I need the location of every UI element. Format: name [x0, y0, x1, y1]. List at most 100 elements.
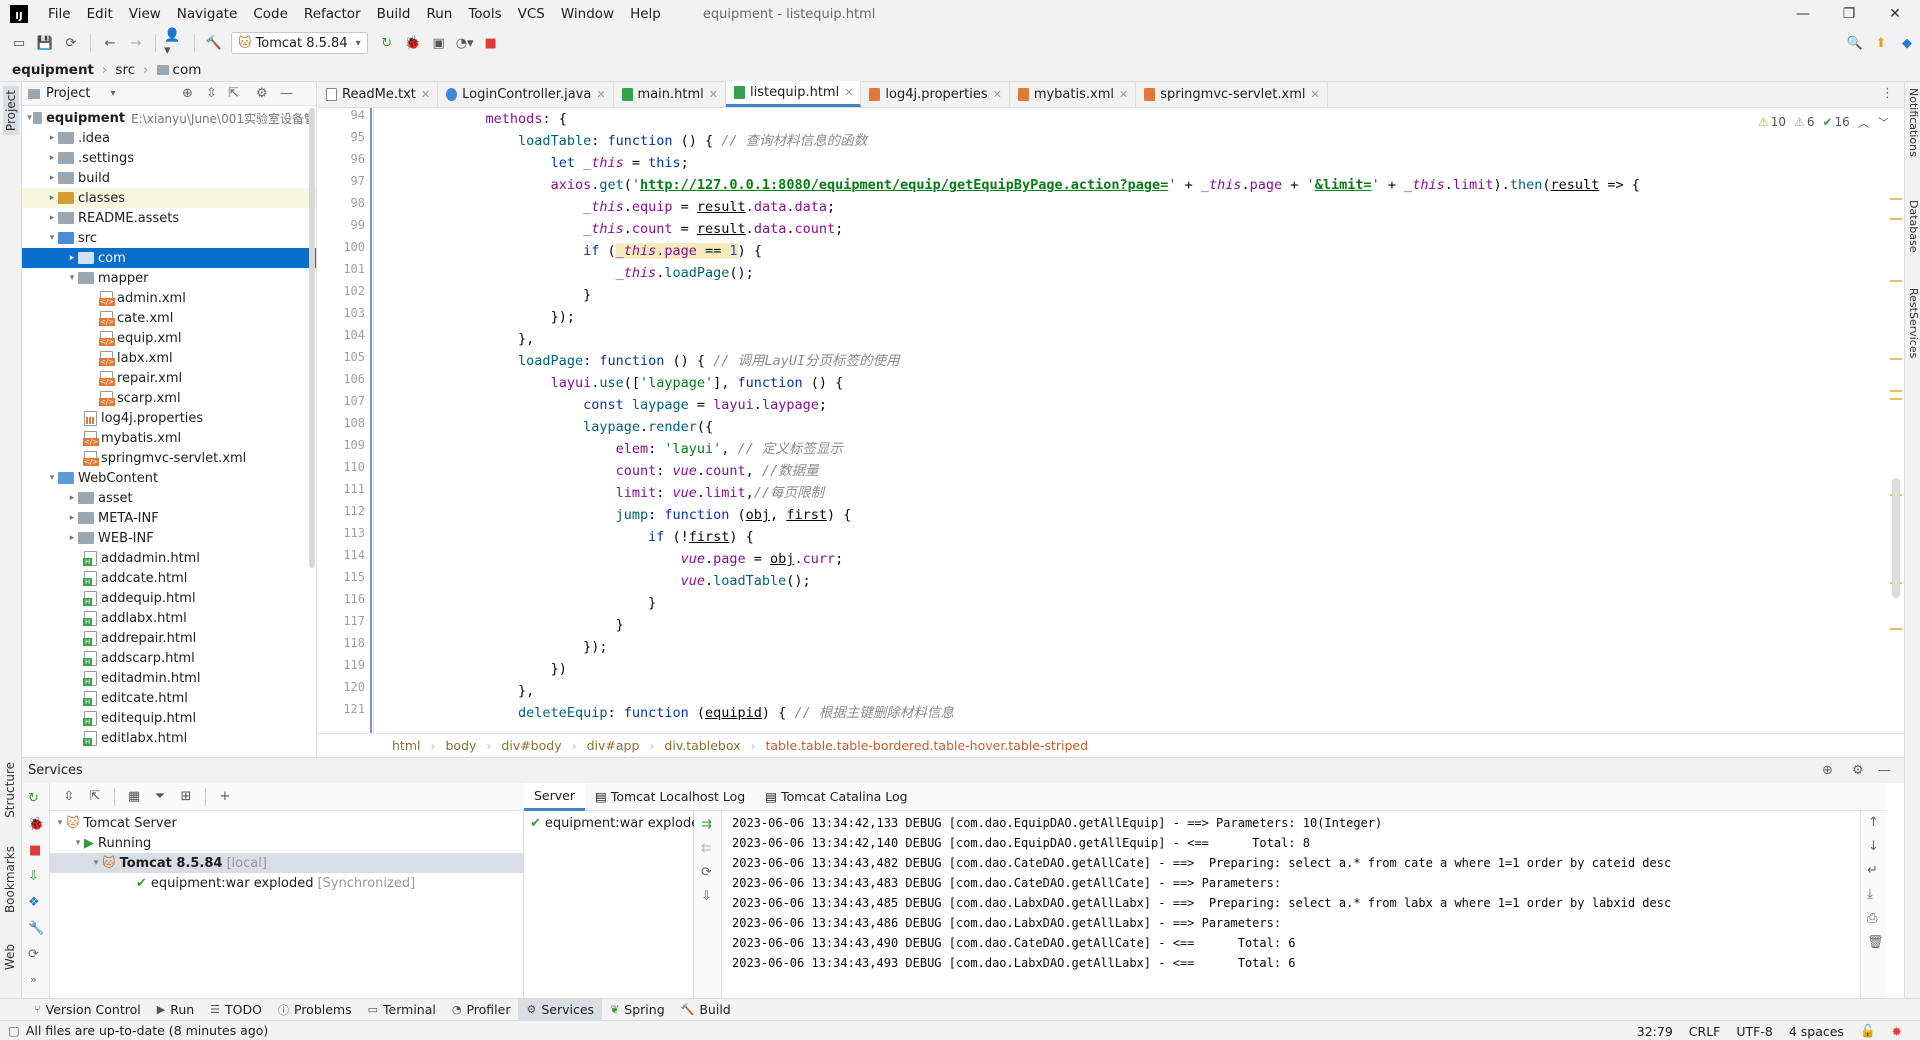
close-icon[interactable]: ✕: [993, 88, 1002, 101]
scroll-to-end-icon[interactable]: ⤓: [1867, 887, 1873, 902]
tab-server[interactable]: Server: [524, 782, 585, 811]
arrow-up-icon[interactable]: ↑: [1868, 815, 1879, 830]
tab-log4j[interactable]: log4j.properties ✕: [861, 81, 1010, 107]
deploy-all-icon[interactable]: ⇉: [701, 817, 712, 832]
project-tool-button[interactable]: Project: [3, 86, 19, 136]
nav-crumb-src[interactable]: src: [115, 62, 135, 78]
menu-tools[interactable]: Tools: [460, 0, 509, 28]
tree-item-webcontent[interactable]: ▾ WebContent: [22, 468, 316, 488]
locate-icon[interactable]: ⊕: [182, 86, 193, 101]
expand-all-icon[interactable]: ⇳: [58, 786, 80, 808]
close-icon[interactable]: ✕: [596, 88, 605, 101]
tree-item-classes[interactable]: ▸ classes: [22, 188, 316, 208]
print-icon[interactable]: ⎙: [1867, 911, 1877, 926]
expand-all-icon[interactable]: ⇳: [206, 86, 217, 101]
tree-item-tomcat-instance[interactable]: ▾ 🐱 Tomcat 8.5.84 [local]: [50, 853, 523, 873]
tab-listequip-html[interactable]: listequip.html ✕: [726, 81, 862, 107]
forward-icon[interactable]: →: [125, 32, 147, 54]
menu-run[interactable]: Run: [418, 0, 460, 28]
indent-setting[interactable]: 4 spaces: [1789, 1024, 1844, 1039]
minimize-button[interactable]: —: [1780, 0, 1826, 28]
download-icon[interactable]: ⇩: [701, 889, 712, 904]
artifact-icon[interactable]: ❖: [28, 895, 40, 910]
refresh-icon[interactable]: ⟳: [701, 865, 712, 880]
stop-icon[interactable]: ■: [29, 843, 41, 858]
build-hammer-icon[interactable]: 🔨: [203, 32, 225, 54]
caret-position[interactable]: 32:79: [1637, 1024, 1673, 1039]
tab-localhost-log[interactable]: ▤ Tomcat Localhost Log: [585, 783, 755, 811]
tree-item-file[interactable]: addequip.html: [22, 588, 316, 608]
tree-item-equipment[interactable]: ▾ equipment E:\xianyu\June\001实验室设备管: [22, 108, 316, 128]
undeploy-icon[interactable]: ⇇: [701, 841, 712, 856]
open-folder-icon[interactable]: ▭: [8, 32, 30, 54]
locate-icon[interactable]: ⊕: [1822, 763, 1833, 778]
collapse-all-icon[interactable]: ⇱: [84, 786, 106, 808]
menu-window[interactable]: Window: [553, 0, 622, 28]
gear-icon[interactable]: ⚙: [1852, 763, 1864, 778]
new-tab-icon[interactable]: ⊞: [175, 786, 197, 808]
crumb-div-body[interactable]: div#body: [501, 738, 561, 753]
run-configuration-select[interactable]: 🐱 Tomcat 8.5.84 ▾: [231, 32, 368, 54]
tree-item-file[interactable]: addscarp.html: [22, 648, 316, 668]
debug-icon[interactable]: 🐞: [28, 817, 44, 832]
wrench-icon[interactable]: 🔧: [28, 921, 44, 936]
add-service-icon[interactable]: +: [214, 786, 236, 808]
stop-icon[interactable]: ■: [480, 32, 502, 54]
menu-navigate[interactable]: Navigate: [169, 0, 246, 28]
database-tool-button[interactable]: Database: [1907, 200, 1920, 253]
tab-readme[interactable]: ReadMe.txt ✕: [318, 81, 439, 107]
tree-item-file[interactable]: editcate.html: [22, 688, 316, 708]
tree-item-file[interactable]: addrepair.html: [22, 628, 316, 648]
menu-help[interactable]: Help: [622, 0, 669, 28]
tree-item-file[interactable]: admin.xml: [22, 288, 316, 308]
tool-terminal[interactable]: ▭ Terminal: [360, 999, 444, 1021]
search-icon[interactable]: 🔍: [1844, 32, 1866, 54]
tool-problems[interactable]: ⓘ Problems: [270, 999, 360, 1021]
layout-icon[interactable]: ▢: [8, 1023, 20, 1038]
tool-services[interactable]: ⚙ Services: [518, 998, 603, 1021]
project-scrollbar[interactable]: [309, 108, 315, 568]
rerun-icon[interactable]: ↻: [376, 32, 398, 54]
error-reporting-icon[interactable]: ✹: [1892, 1024, 1902, 1039]
nav-crumb-project[interactable]: equipment: [12, 62, 94, 78]
debug-icon[interactable]: 🐞: [402, 32, 424, 54]
tab-logincontroller[interactable]: LoginController.java ✕: [438, 81, 614, 107]
crumb-html[interactable]: html: [392, 738, 420, 753]
hide-panel-icon[interactable]: —: [280, 86, 293, 101]
menu-build[interactable]: Build: [369, 0, 419, 28]
chevron-up-icon[interactable]: ︿: [1858, 114, 1870, 131]
close-icon[interactable]: ✕: [844, 86, 853, 99]
tree-item-running[interactable]: ▾ ▶ Running: [50, 833, 523, 853]
menu-file[interactable]: File: [40, 0, 79, 28]
tool-todo[interactable]: ☰ TODO: [202, 999, 270, 1021]
close-icon[interactable]: ✕: [709, 88, 718, 101]
menu-code[interactable]: Code: [245, 0, 296, 28]
tree-item-file[interactable]: editlabx.html: [22, 728, 316, 748]
tree-item-com[interactable]: ▸ com: [22, 248, 316, 268]
code-editor[interactable]: methods: { loadTable: function () { // 查…: [388, 108, 1888, 733]
tree-item-settings[interactable]: ▸ .settings: [22, 148, 316, 168]
vcs-user-icon[interactable]: 👤▾: [164, 28, 186, 58]
tree-item-artifact[interactable]: ✔ equipment:war exploded [Synchronized]: [50, 873, 523, 893]
tree-item-idea[interactable]: ▸ .idea: [22, 128, 316, 148]
profile-icon[interactable]: ◔▾: [454, 32, 476, 54]
tree-item-file[interactable]: log4j.properties: [22, 408, 316, 428]
tool-run[interactable]: ▶ Run: [149, 999, 202, 1021]
server-log-output[interactable]: 2023-06-06 13:34:42,133 DEBUG [com.dao.E…: [722, 811, 1860, 998]
structure-tool-button[interactable]: Structure: [3, 762, 17, 818]
refresh-icon[interactable]: ⟳: [28, 947, 39, 962]
save-all-icon[interactable]: 💾: [34, 32, 56, 54]
tree-item-meta-inf[interactable]: ▸ META-INF: [22, 508, 316, 528]
tree-item-file[interactable]: labx.xml: [22, 348, 316, 368]
deployment-item[interactable]: ✔ equipment:war exploded: [524, 813, 708, 833]
chevron-down-icon[interactable]: ▾: [110, 88, 115, 99]
menu-vcs[interactable]: VCS: [510, 0, 553, 28]
tree-item-file[interactable]: addlabx.html: [22, 608, 316, 628]
tree-item-file[interactable]: repair.xml: [22, 368, 316, 388]
editor-scrollbar[interactable]: [1888, 108, 1904, 733]
notifications-tool-button[interactable]: Notifications: [1907, 88, 1920, 157]
tree-item-file[interactable]: mybatis.xml: [22, 428, 316, 448]
tab-catalina-log[interactable]: ▤ Tomcat Catalina Log: [755, 783, 917, 811]
tool-profiler[interactable]: ◔ Profiler: [444, 999, 519, 1021]
group-icon[interactable]: ▦: [123, 786, 145, 808]
